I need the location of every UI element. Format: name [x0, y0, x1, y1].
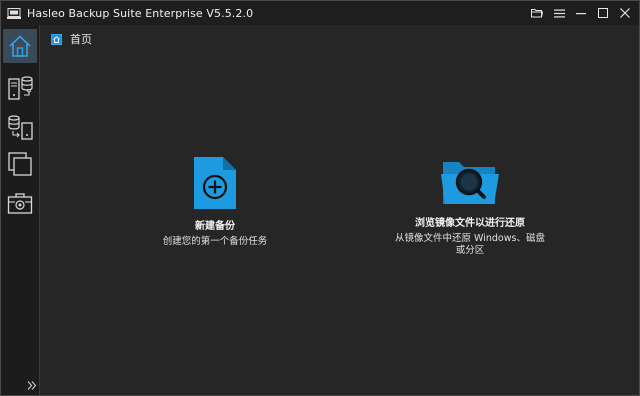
sidebar-item-clone[interactable] [3, 147, 37, 181]
menu-icon[interactable] [549, 3, 569, 23]
sidebar-item-restore[interactable] [3, 110, 37, 144]
maximize-icon[interactable] [593, 3, 613, 23]
sidebar-expand-button[interactable] [25, 378, 39, 392]
close-icon[interactable] [615, 3, 635, 23]
title-bar: Hasleo Backup Suite Enterprise V5.5.2.0 [1, 1, 639, 25]
sidebar-item-home[interactable] [3, 29, 37, 63]
sidebar-item-backup[interactable] [3, 70, 37, 104]
browse-image-action[interactable]: 浏览镜像文件以进行还原 从镜像文件中还原 Windows、磁盘 或分区 [385, 158, 555, 257]
browse-image-description-line1: 从镜像文件中还原 Windows、磁盘 [395, 233, 545, 244]
open-folder-icon[interactable] [527, 3, 547, 23]
restore-icon [8, 115, 33, 140]
toolbox-icon [7, 193, 33, 214]
app-window: Hasleo Backup Suite Enterprise V5.5.2.0 [0, 0, 640, 396]
title-controls [525, 1, 635, 25]
breadcrumb-label: 首页 [70, 33, 92, 46]
minimize-icon[interactable] [571, 3, 591, 23]
home-icon [9, 35, 31, 57]
window-title: Hasleo Backup Suite Enterprise V5.5.2.0 [27, 6, 254, 20]
browse-image-description-line2: 或分区 [455, 245, 485, 256]
sidebar [1, 25, 40, 395]
breadcrumb: 首页 [51, 31, 92, 47]
double-chevron-right-icon [27, 380, 37, 390]
backup-icon [8, 76, 33, 100]
new-backup-title: 新建备份 [195, 221, 235, 232]
home-small-icon [51, 33, 62, 45]
new-backup-description: 创建您的第一个备份任务 [162, 236, 268, 247]
folder-search-icon [441, 162, 499, 204]
browse-image-title: 浏览镜像文件以进行还原 [415, 218, 525, 229]
app-logo-icon [7, 7, 21, 19]
clone-icon [8, 152, 32, 176]
sidebar-item-tools[interactable] [3, 186, 37, 220]
new-file-plus-icon [194, 157, 236, 209]
new-backup-action[interactable]: 新建备份 创建您的第一个备份任务 [155, 155, 275, 248]
browse-image-description: 从镜像文件中还原 Windows、磁盘 或分区 [385, 233, 555, 257]
